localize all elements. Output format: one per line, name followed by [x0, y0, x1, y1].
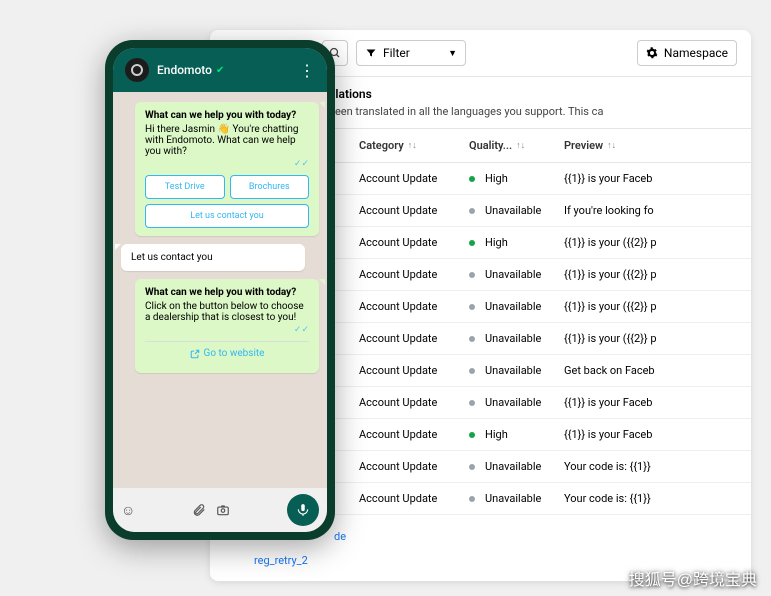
cell-category: Account Update [359, 172, 469, 185]
filter-label: Filter [383, 46, 410, 60]
col-category[interactable]: Category↑↓ [359, 139, 469, 152]
cell-category: Account Update [359, 460, 469, 473]
mic-button[interactable] [287, 494, 319, 526]
external-link-icon [190, 349, 200, 359]
msg1-title: What can we help you with today? [145, 110, 309, 121]
filter-icon [365, 47, 377, 59]
col-quality[interactable]: Quality...↑↓ [469, 139, 564, 152]
cell-preview: {{1}} is your ({{2}} p [564, 268, 737, 281]
cell-category: Account Update [359, 268, 469, 281]
chat-header: Endomoto ✔ ⋮ [113, 48, 327, 92]
cell-preview: {{1}} is your Faceb [564, 396, 737, 409]
link-reg-retry[interactable]: reg_retry_2 [240, 554, 308, 567]
chip-test-drive[interactable]: Test Drive [145, 175, 225, 199]
read-ticks-icon: ✓✓ [145, 325, 309, 335]
emoji-icon[interactable]: ☺ [121, 502, 135, 519]
msg2-title: What can we help you with today? [145, 287, 309, 298]
cell-preview: Your code is: {{1}} [564, 492, 737, 505]
phone-screen: Endomoto ✔ ⋮ What can we help you with t… [113, 48, 327, 532]
cell-preview: {{1}} is your Faceb [564, 172, 737, 185]
cell-category: Account Update [359, 428, 469, 441]
cell-quality: High [469, 236, 564, 249]
chevron-down-icon: ▼ [448, 48, 457, 59]
bot-message-2: What can we help you with today? Click o… [135, 279, 319, 373]
cell-quality: Unavailable [469, 268, 564, 281]
watermark: 搜狐号@跨境宝典 [629, 566, 757, 590]
cell-quality: Unavailable [469, 396, 564, 409]
attach-icon[interactable] [192, 503, 206, 517]
camera-icon[interactable] [216, 503, 230, 517]
chip-brochures[interactable]: Brochures [230, 175, 310, 199]
chip-contact[interactable]: Let us contact you [145, 204, 309, 228]
sort-icon: ↑↓ [516, 140, 525, 151]
cell-preview: {{1}} is your ({{2}} p [564, 236, 737, 249]
cell-quality: Unavailable [469, 460, 564, 473]
cell-quality: High [469, 428, 564, 441]
cell-quality: Unavailable [469, 204, 564, 217]
cell-category: Account Update [359, 364, 469, 377]
cell-category: Account Update [359, 396, 469, 409]
cell-quality: Unavailable [469, 332, 564, 345]
verified-icon: ✔ [216, 65, 224, 76]
sort-icon: ↑↓ [607, 140, 616, 151]
msg2-body: Click on the button below to choose a de… [145, 301, 309, 323]
col-preview[interactable]: Preview↑↓ [564, 139, 737, 152]
go-to-website-button[interactable]: Go to website [145, 341, 309, 365]
cell-preview: Your code is: {{1}} [564, 460, 737, 473]
read-ticks-icon: ✓✓ [145, 159, 309, 169]
user-message: Let us contact you [121, 244, 305, 271]
namespace-dropdown[interactable]: Namespace [637, 40, 737, 66]
gear-icon [646, 47, 658, 59]
cell-category: Account Update [359, 332, 469, 345]
namespace-label: Namespace [664, 46, 728, 60]
chat-input-bar: ☺ [113, 488, 327, 532]
cell-category: Account Update [359, 300, 469, 313]
cell-category: Account Update [359, 492, 469, 505]
cell-preview: {{1}} is your Faceb [564, 428, 737, 441]
chat-name: Endomoto ✔ [157, 63, 291, 77]
cell-quality: Unavailable [469, 492, 564, 505]
chat-menu[interactable]: ⋮ [299, 61, 315, 80]
msg1-body: Hi there Jasmin 👋 You're chatting with E… [145, 124, 309, 157]
cell-category: Account Update [359, 204, 469, 217]
mic-icon [296, 503, 310, 517]
cell-preview: {{1}} is your ({{2}} p [564, 300, 737, 313]
sort-icon: ↑↓ [408, 140, 417, 151]
cell-preview: Get back on Faceb [564, 364, 737, 377]
cell-quality: High [469, 172, 564, 185]
cell-quality: Unavailable [469, 300, 564, 313]
avatar[interactable] [125, 58, 149, 82]
phone-mockup: Endomoto ✔ ⋮ What can we help you with t… [105, 40, 335, 540]
filter-dropdown[interactable]: Filter ▼ [356, 40, 466, 66]
bot-message-1: What can we help you with today? Hi ther… [135, 102, 319, 236]
cell-preview: If you're looking fo [564, 204, 737, 217]
cell-preview: {{1}} is your ({{2}} p [564, 332, 737, 345]
chat-body: What can we help you with today? Hi ther… [113, 92, 327, 488]
cell-quality: Unavailable [469, 364, 564, 377]
cell-category: Account Update [359, 236, 469, 249]
